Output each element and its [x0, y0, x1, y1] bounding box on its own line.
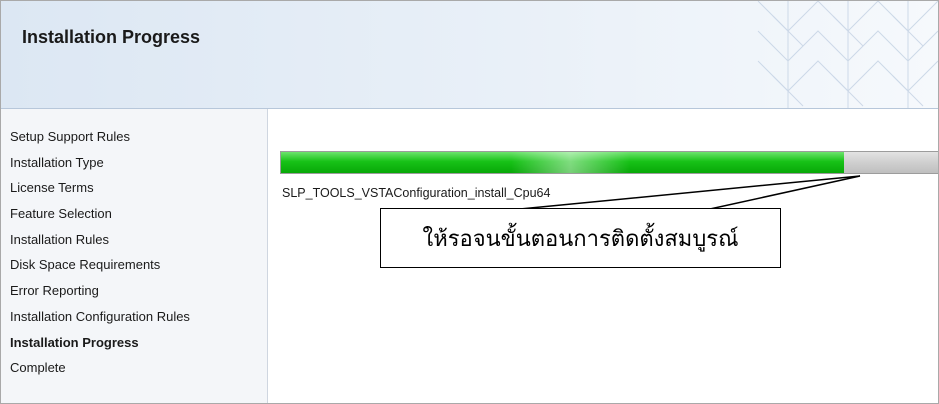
- sidebar-step-complete: Complete: [10, 360, 66, 376]
- header-banner: Installation Progress: [1, 1, 938, 109]
- sidebar-step-installation-progress: Installation Progress: [10, 334, 139, 350]
- progress-bar: [280, 151, 938, 174]
- header-pattern-decoration: [757, 1, 938, 108]
- sidebar-step-feature-selection: Feature Selection: [10, 206, 112, 222]
- progress-bar-glow: [511, 152, 630, 173]
- steps-sidebar: Setup Support Rules Installation Type Lice…: [1, 109, 268, 403]
- sidebar-step-installation-rules: Installation Rules: [10, 231, 109, 247]
- sidebar-step-license-terms: License Terms: [10, 180, 94, 196]
- sidebar-step-setup-support-rules: Setup Support Rules: [10, 129, 130, 144]
- sidebar-step-error-reporting: Error Reporting: [10, 283, 99, 299]
- sidebar-step-installation-type: Installation Type: [10, 154, 104, 170]
- progress-status-text: SLP_TOOLS_VSTAConfiguration_install_Cpu6…: [282, 186, 551, 200]
- sidebar-step-disk-space-requirements: Disk Space Requirements: [10, 257, 161, 273]
- sidebar-step-installation-configuration-rules: Installation Configuration Rules: [10, 308, 190, 324]
- steps-list: Setup Support Rules Installation Type Lice…: [10, 129, 190, 386]
- annotation-callout: ให้รอจนขั้นตอนการติดตั้งสมบูรณ์: [380, 208, 781, 268]
- page-title: Installation Progress: [22, 27, 201, 47]
- setup-window: Installation Progress Setup Support Rule…: [0, 0, 939, 404]
